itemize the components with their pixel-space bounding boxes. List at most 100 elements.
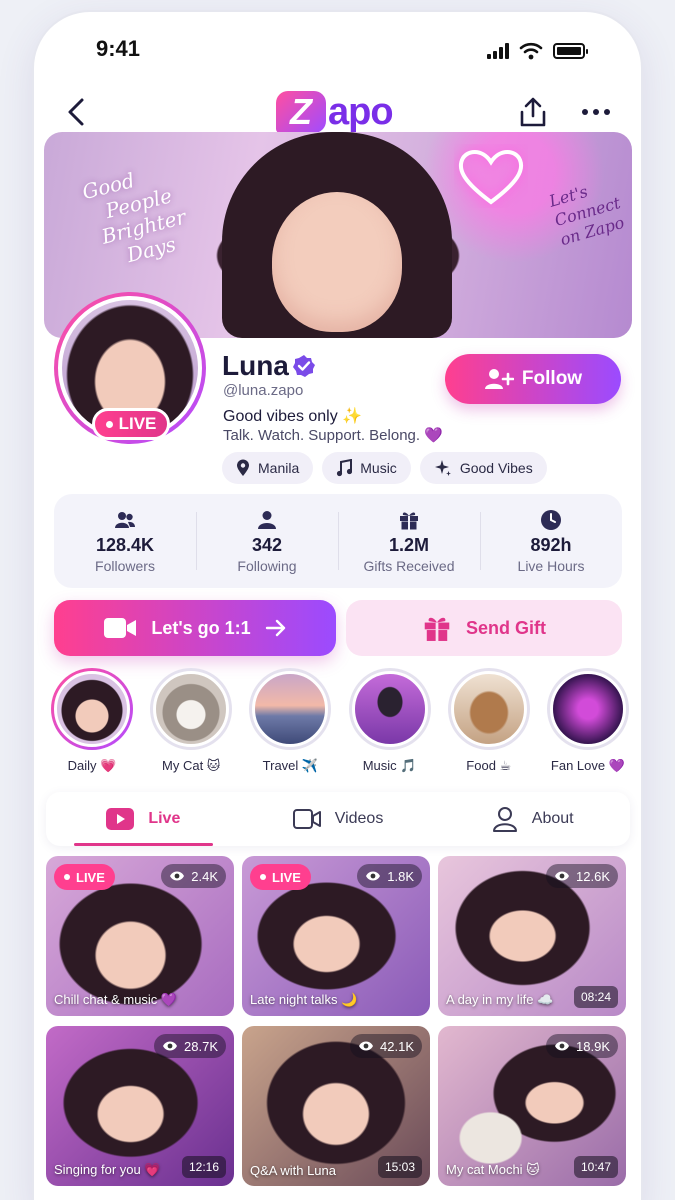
card-title: Singing for you 💗 <box>54 1162 161 1177</box>
video-camera-icon <box>292 809 321 829</box>
video-call-button[interactable]: Let's go 1:1 <box>54 600 336 656</box>
live-tag: LIVE <box>250 864 311 890</box>
battery-icon <box>553 43 588 59</box>
view-count: 2.4K <box>161 864 226 888</box>
person-icon <box>492 807 517 832</box>
eye-icon <box>555 1041 570 1051</box>
banner-photo-face <box>272 192 402 332</box>
highlight-daily[interactable]: Daily 💗 <box>50 668 134 780</box>
status-icons <box>487 42 588 60</box>
neon-heart-icon <box>458 150 524 205</box>
stat-followers[interactable]: 128.4K Followers <box>54 494 196 588</box>
sparkle-icon <box>434 460 451 476</box>
logo-mark: Z <box>276 91 326 133</box>
tab-live[interactable]: Live <box>46 792 241 846</box>
chip-location[interactable]: Manila <box>222 452 314 484</box>
banner-quote-right: Let's Connect on Zapo <box>547 181 627 250</box>
video-grid: LIVE 2.4K Chill chat & music 💜 LIVE 1.8K… <box>46 856 630 1186</box>
highlight-photo <box>252 671 329 747</box>
highlight-travel[interactable]: Travel ✈️ <box>248 668 332 780</box>
card-title: My cat Mochi 🐱 <box>446 1162 540 1177</box>
chip-good-vibes[interactable]: Good Vibes <box>419 452 547 484</box>
signal-icon <box>487 43 509 59</box>
video-duration: 08:24 <box>573 986 618 1008</box>
send-gift-button[interactable]: Send Gift <box>346 600 622 656</box>
content-tabs: Live Videos About <box>46 792 630 846</box>
video-duration: 12:16 <box>181 1156 226 1178</box>
view-count: 28.7K <box>154 1034 226 1058</box>
eye-icon <box>163 1041 178 1051</box>
play-icon <box>106 808 135 830</box>
status-bar: 9:41 <box>34 36 641 66</box>
stat-label: Following <box>237 557 297 574</box>
highlight-photo <box>549 671 626 747</box>
stat-label: Gifts Received <box>363 557 455 574</box>
video-duration: 10:47 <box>573 1156 618 1178</box>
profile-name: Luna <box>222 350 289 381</box>
highlight-photo <box>351 671 428 747</box>
highlight-music[interactable]: Music 🎵 <box>348 668 432 780</box>
video-card[interactable]: 28.7K Singing for you 💗 12:16 <box>46 1026 234 1186</box>
video-card[interactable]: LIVE 2.4K Chill chat & music 💜 <box>46 856 234 1016</box>
stat-label: Live Hours <box>517 557 585 574</box>
location-pin-icon <box>237 459 249 476</box>
bio-line-2: Talk. Watch. Support. Belong. 💜 <box>223 427 443 444</box>
phone-frame: 9:41 Z apo Good People Brighter Days Let… <box>34 12 641 1200</box>
eye-icon <box>170 871 185 881</box>
live-dot-icon <box>64 874 70 880</box>
story-highlights: Daily 💗 My Cat 🐱 Travel ✈️ Music 🎵 Food … <box>50 668 630 780</box>
stats-panel: 128.4K Followers 342 Following 1.2M Gift… <box>54 494 622 588</box>
eye-icon <box>366 871 381 881</box>
more-options-icon[interactable] <box>582 98 610 126</box>
view-count: 12.6K <box>546 864 618 888</box>
share-icon[interactable] <box>518 96 548 128</box>
stat-value: 128.4K <box>95 534 155 555</box>
view-count: 42.1K <box>350 1034 422 1058</box>
video-duration: 15:03 <box>377 1156 422 1178</box>
user-icon <box>258 510 276 529</box>
follow-button[interactable]: Follow <box>445 354 621 404</box>
stat-value: 892h <box>530 534 572 555</box>
eye-icon <box>555 871 570 881</box>
video-card[interactable]: 42.1K Q&A with Luna 15:03 <box>242 1026 430 1186</box>
profile-chips: Manila Music Good Vibes <box>222 452 547 484</box>
stat-label: Followers <box>95 557 155 574</box>
gift-icon <box>424 617 450 642</box>
stat-value: 342 <box>251 534 283 555</box>
video-card[interactable]: LIVE 1.8K Late night talks 🌙 <box>242 856 430 1016</box>
gift-icon <box>400 512 418 530</box>
chip-music[interactable]: Music <box>322 452 411 484</box>
highlight-food[interactable]: Food ☕ <box>447 668 531 780</box>
highlight-fan-love[interactable]: Fan Love 💜 <box>546 668 630 780</box>
live-badge[interactable]: LIVE <box>92 408 170 440</box>
live-dot-icon <box>260 874 266 880</box>
wifi-icon <box>519 42 543 60</box>
highlight-photo <box>153 671 230 747</box>
tab-videos[interactable]: Videos <box>241 792 436 846</box>
stat-gifts: 1.2M Gifts Received <box>338 494 480 588</box>
card-title: Chill chat & music 💜 <box>54 992 178 1007</box>
eye-icon <box>359 1041 374 1051</box>
video-card[interactable]: 18.9K My cat Mochi 🐱 10:47 <box>438 1026 626 1186</box>
tab-about[interactable]: About <box>435 792 630 846</box>
back-arrow-icon[interactable] <box>62 94 92 130</box>
stat-live-hours: 892h Live Hours <box>480 494 622 588</box>
live-dot-icon <box>105 420 113 428</box>
card-title: Q&A with Luna <box>250 1163 336 1178</box>
card-title: A day in my life ☁️ <box>446 992 554 1007</box>
arrow-right-icon <box>265 619 285 637</box>
add-user-icon <box>484 369 514 389</box>
view-count: 18.9K <box>546 1034 618 1058</box>
profile-handle: @luna.zapo <box>223 382 304 399</box>
highlight-photo <box>450 671 527 747</box>
stat-following[interactable]: 342 Following <box>196 494 338 588</box>
view-count: 1.8K <box>357 864 422 888</box>
highlight-my-cat[interactable]: My Cat 🐱 <box>149 668 233 780</box>
users-icon <box>115 511 135 528</box>
music-note-icon <box>337 459 353 477</box>
zapo-logo: Z apo <box>276 90 394 134</box>
verified-badge-icon <box>293 355 315 377</box>
video-camera-icon <box>104 618 137 638</box>
clock-icon <box>541 509 561 530</box>
video-card[interactable]: 12.6K A day in my life ☁️ 08:24 <box>438 856 626 1016</box>
